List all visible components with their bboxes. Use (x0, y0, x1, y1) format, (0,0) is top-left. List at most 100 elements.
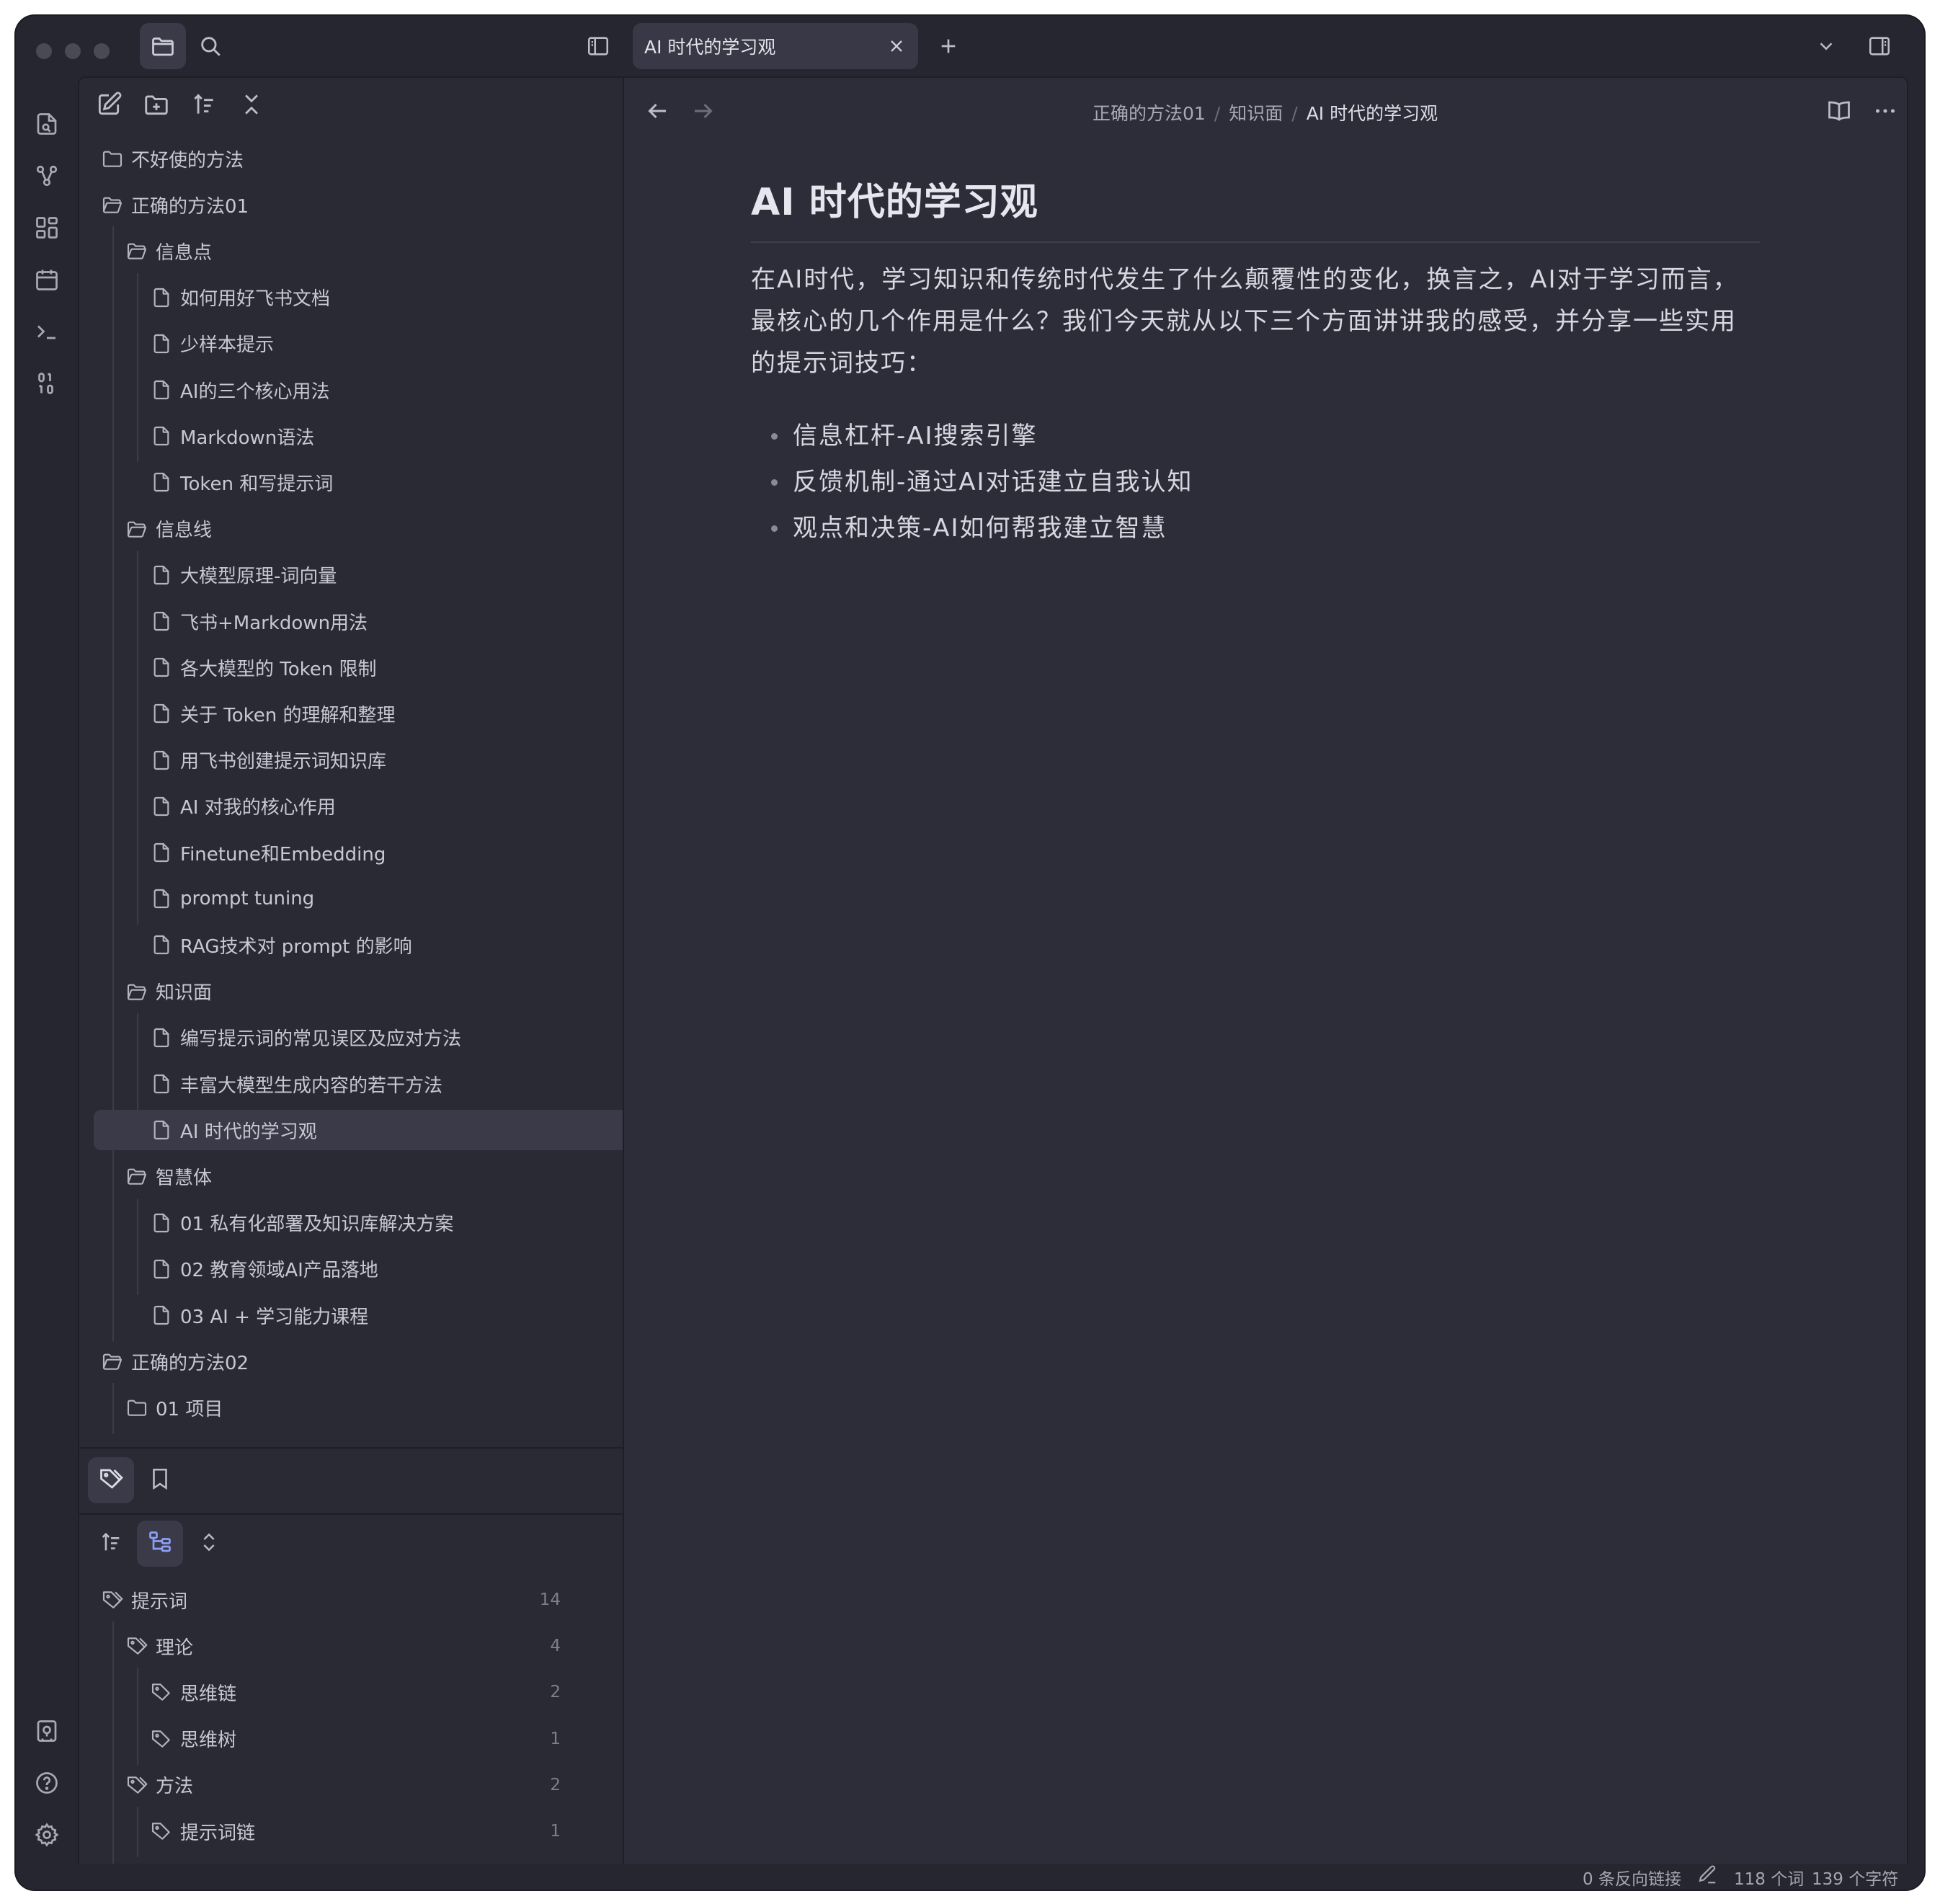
tag-item[interactable]: 方法 2 (125, 1765, 604, 1805)
file-icon (150, 841, 173, 864)
reading-view-icon[interactable] (1826, 98, 1852, 124)
terminal-icon[interactable] (34, 319, 60, 344)
file-item[interactable]: 关于 Token 的理解和整理 (150, 693, 396, 734)
folder-item[interactable]: 知识面 (125, 971, 212, 1012)
tag-sort-button[interactable] (88, 1521, 134, 1567)
tag-item[interactable]: 理论 4 (125, 1626, 604, 1666)
tag-item[interactable]: 提示词 14 (101, 1580, 604, 1620)
settings-gear-icon[interactable] (34, 1822, 60, 1848)
toggle-right-sidebar-button[interactable] (1856, 23, 1903, 69)
document-paragraph: 在AI时代，学习知识和传统时代发生了什么颠覆性的变化，换言之，AI对于学习而言，… (751, 265, 1739, 378)
file-item[interactable]: 01 私有化部署及知识库解决方案 (150, 1203, 453, 1243)
breadcrumb-current[interactable]: AI 时代的学习观 (1307, 103, 1438, 124)
file-item[interactable]: Token 和写提示词 (150, 462, 333, 502)
file-item[interactable]: 用飞书创建提示词知识库 (150, 740, 386, 780)
bookmarks-view-button[interactable] (137, 1457, 183, 1503)
close-window-dot[interactable] (36, 43, 52, 59)
document-content[interactable]: AI 时代的学习观 在AI时代，学习知识和传统时代发生了什么颠覆性的变化，换言之… (751, 172, 1760, 551)
tag-label: 思维树 (180, 1730, 237, 1752)
file-item[interactable]: 丰富大模型生成内容的若干方法 (150, 1064, 442, 1104)
file-item[interactable]: AI的三个核心用法 (150, 370, 329, 410)
vault-switcher-icon[interactable] (34, 1718, 60, 1744)
file-item[interactable]: 03 AI + 学习能力课程 (150, 1295, 368, 1335)
open-quick-switcher-icon[interactable] (34, 111, 60, 137)
tag-label: 理论 (156, 1637, 194, 1659)
expand-collapse-tags-button[interactable] (186, 1521, 232, 1567)
tag-item[interactable]: 提示词链 1 (150, 1811, 604, 1851)
file-item[interactable]: AI 对我的核心作用 (150, 786, 336, 827)
minimize-window-dot[interactable] (65, 43, 81, 59)
file-explorer-sidebar: 不好使的方法 正确的方法01 信息点如何用好飞书文档少样本提示 AI的三个核心用法 Ma… (78, 76, 624, 1864)
sort-order-icon (99, 1530, 123, 1557)
file-explorer-button[interactable] (140, 23, 186, 69)
file-item[interactable]: 02 教育领域AI产品落地 (150, 1249, 378, 1289)
file-item[interactable]: RAG技术对 prompt 的影响 (150, 925, 412, 965)
close-tab-icon[interactable] (886, 36, 907, 56)
binary-icon[interactable] (34, 370, 60, 396)
tab-list-button[interactable] (1803, 23, 1849, 69)
file-icon (150, 1211, 173, 1235)
zoom-window-dot[interactable] (94, 43, 110, 59)
folder-item[interactable]: 正确的方法02 (101, 1341, 249, 1382)
folder-item[interactable]: 信息线 (125, 509, 212, 549)
toggle-left-sidebar-button[interactable] (575, 23, 621, 69)
tag-count: 1 (550, 1729, 561, 1748)
list-item: 观点和决策-AI如何帮我建立智慧 (771, 505, 1760, 551)
file-item[interactable]: 编写提示词的常见误区及应对方法 (150, 1018, 461, 1058)
file-item[interactable]: Finetune和Embedding (150, 832, 386, 873)
tag-item[interactable]: 思维链 2 (150, 1672, 604, 1712)
canvas-icon[interactable] (34, 215, 60, 241)
file-item[interactable]: 如何用好飞书文档 (150, 277, 330, 318)
file-item[interactable]: 少样本提示 (150, 324, 274, 364)
folder-item[interactable]: 01 项目 (125, 1387, 223, 1428)
file-item[interactable]: Markdown语法 (150, 416, 314, 456)
more-options-icon[interactable] (1872, 98, 1898, 124)
list-item: 反馈机制-通过AI对话建立自我认知 (771, 459, 1760, 505)
tags-icon (101, 1588, 124, 1611)
back-arrow-icon[interactable] (644, 98, 670, 124)
new-folder-icon[interactable] (143, 91, 170, 118)
file-icon (150, 1258, 173, 1281)
tree-item-label: 少样本提示 (180, 334, 275, 357)
new-note-icon[interactable] (95, 91, 123, 118)
backlinks-count[interactable]: 0 条反向链接 (1583, 1865, 1681, 1890)
folder-item[interactable]: 不好使的方法 (101, 138, 244, 179)
tag-count: 4 (550, 1637, 561, 1656)
explorer-toolbar (95, 91, 265, 127)
nested-tags-button[interactable] (137, 1521, 183, 1567)
tab-ai-learning[interactable]: AI 时代的学习观 (633, 23, 918, 69)
bookmark-icon (148, 1467, 172, 1494)
tag-label: 提示词链 (180, 1822, 256, 1844)
file-item[interactable]: 飞书+Markdown用法 (150, 601, 368, 641)
title-bar: AI 时代的学习观 (16, 16, 1924, 76)
edit-pencil-icon[interactable] (1696, 1864, 1718, 1890)
file-item[interactable]: prompt tuning (150, 878, 314, 919)
search-button[interactable] (187, 23, 233, 69)
breadcrumb-item-folder[interactable]: 正确的方法01 (1093, 103, 1206, 124)
breadcrumb-item-subfolder[interactable]: 知识面 (1229, 103, 1283, 124)
graph-view-icon[interactable] (34, 163, 60, 189)
tree-item-label: 01 私有化部署及知识库解决方案 (180, 1214, 454, 1236)
file-item[interactable]: 大模型原理-词向量 (150, 555, 337, 595)
folder-item[interactable]: 信息点 (125, 231, 212, 271)
new-tab-button[interactable] (925, 23, 971, 69)
tree-item-label: 信息点 (156, 241, 213, 264)
tag-item[interactable]: 思维树 1 (150, 1719, 604, 1759)
file-item[interactable]: 各大模型的 Token 限制 (150, 647, 377, 688)
folder-item[interactable]: 智慧体 (125, 1156, 212, 1196)
tree-item-label: 大模型原理-词向量 (180, 566, 337, 588)
file-item[interactable]: AI 时代的学习观 (94, 1110, 623, 1151)
sort-order-icon[interactable] (190, 91, 218, 118)
file-icon (150, 887, 173, 910)
calendar-icon[interactable] (34, 267, 60, 293)
indent-guide (112, 1383, 114, 1434)
forward-arrow-icon[interactable] (690, 98, 716, 124)
ribbon (16, 76, 78, 1890)
collapse-all-icon[interactable] (238, 91, 265, 118)
tags-view-button[interactable] (88, 1457, 134, 1503)
folder-open-icon (125, 517, 148, 540)
tag-item[interactable]: 工具2 (125, 1857, 604, 1864)
help-icon[interactable] (34, 1770, 60, 1796)
folder-item[interactable]: 正确的方法01 (101, 184, 249, 225)
panel-divider-2 (79, 1513, 623, 1515)
